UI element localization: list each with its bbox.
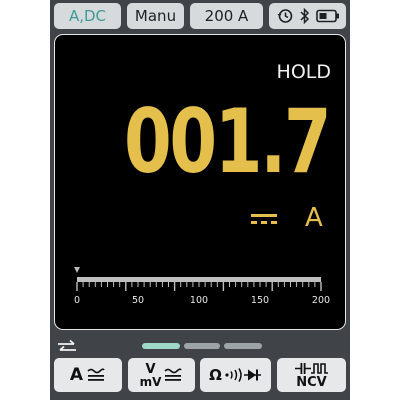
volts-mode-button[interactable]: V mV: [128, 358, 195, 392]
range-mode-label: Manu: [134, 7, 177, 25]
bluetooth-icon: [299, 7, 309, 25]
continuity-icon: [225, 368, 242, 382]
range-value-button[interactable]: 200 A: [190, 3, 263, 29]
ncv-button-label: NCV: [296, 374, 327, 390]
function-bar: A V mV Ω NCV: [50, 336, 350, 400]
bar-graph-track: [77, 277, 321, 282]
ncv-mode-button[interactable]: NCV: [277, 358, 346, 392]
swap-icon[interactable]: [56, 338, 78, 356]
frequency-icon: [311, 362, 328, 374]
bar-graph-scale: 0 50 100 150 200: [74, 267, 330, 306]
ac-dc-icon: [87, 368, 105, 381]
status-icons-group: [269, 3, 346, 29]
range-value-label: 200 A: [204, 7, 249, 25]
measurement-reading: 001.7: [123, 90, 332, 193]
millivolts-button-label: mV: [139, 374, 162, 389]
volts-button-label: V: [145, 361, 156, 377]
page-indicator-1[interactable]: [142, 343, 180, 349]
scale-tick-label: 100: [190, 295, 208, 306]
battery-icon: [315, 9, 339, 23]
scale-tick-label: 0: [74, 295, 80, 306]
page-indicator-3[interactable]: [224, 343, 262, 349]
ohm-button-label: Ω: [209, 366, 222, 384]
measurement-mode-label: A,DC: [68, 7, 107, 25]
scale-tick-label: 200: [312, 295, 330, 306]
ac-dc-icon: [164, 368, 183, 381]
scale-tick-label: 150: [251, 295, 269, 306]
bar-graph-pointer: [74, 267, 80, 273]
scale-tick-label: 50: [132, 295, 144, 306]
range-mode-button[interactable]: Manu: [127, 3, 184, 29]
dc-icon: [251, 214, 277, 224]
history-icon[interactable]: [276, 7, 294, 25]
measurement-mode-indicator[interactable]: A,DC: [54, 3, 121, 29]
capacitor-icon: [295, 362, 311, 374]
measurement-display: HOLD 001.7 A 0 50 100 150 200: [54, 34, 346, 330]
diode-icon: [243, 369, 261, 381]
hold-indicator[interactable]: HOLD: [277, 61, 331, 83]
multimeter-device: A,DC Manu 200 A HOLD 001.7 A 0 50 100 15…: [50, 0, 350, 400]
amps-mode-button[interactable]: A: [54, 358, 122, 392]
page-indicator-2[interactable]: [184, 343, 220, 349]
resistance-mode-button[interactable]: Ω: [200, 358, 271, 392]
measurement-unit: A: [305, 203, 323, 233]
amps-button-label: A: [69, 365, 84, 385]
bar-graph-ticks: [76, 282, 322, 291]
